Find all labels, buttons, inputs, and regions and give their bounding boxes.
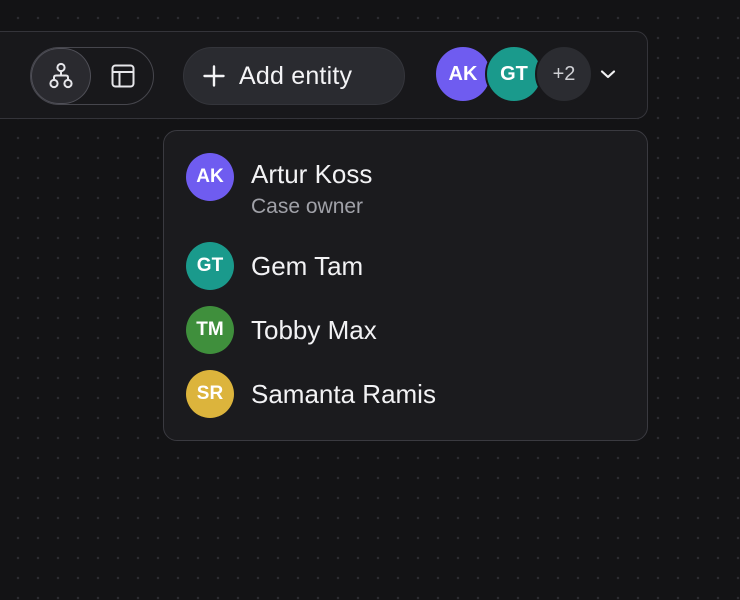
member-item[interactable]: AK Artur Koss Case owner — [186, 153, 373, 220]
graph-view-button[interactable] — [32, 49, 90, 103]
avatar: SR — [186, 370, 234, 418]
graph-view-icon — [49, 62, 73, 89]
members-dropdown: AK Artur Koss Case owner GT Gem Tam TM T… — [163, 130, 648, 441]
chevron-down-icon[interactable] — [597, 65, 619, 83]
plus-icon — [203, 65, 225, 87]
view-toggle — [30, 47, 154, 105]
add-entity-label: Add entity — [239, 61, 353, 90]
avatar: AK — [434, 45, 492, 103]
member-name: Artur Koss — [251, 159, 373, 189]
table-view-button[interactable] — [94, 49, 152, 103]
add-entity-button[interactable]: Add entity — [183, 47, 405, 105]
member-item[interactable]: GT Gem Tam — [186, 242, 363, 290]
table-view-icon — [111, 64, 135, 88]
members-avatar-stack[interactable]: AK GT +2 — [434, 45, 634, 107]
member-item[interactable]: SR Samanta Ramis — [186, 370, 436, 418]
member-name: Gem Tam — [251, 251, 364, 281]
member-item[interactable]: TM Tobby Max — [186, 306, 377, 354]
avatar: GT — [186, 242, 234, 290]
avatar: AK — [186, 153, 234, 201]
member-name: Tobby Max — [251, 315, 377, 345]
avatar: TM — [186, 306, 234, 354]
more-members-badge: +2 — [535, 45, 593, 103]
member-role: Case owner — [251, 195, 364, 218]
member-name: Samanta Ramis — [251, 379, 436, 409]
